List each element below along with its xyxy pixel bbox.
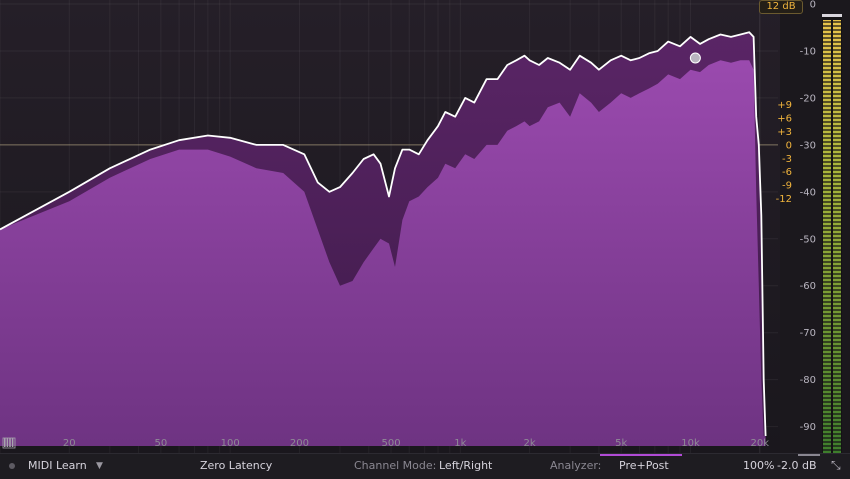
freq-tick-label: 10k: [681, 438, 700, 449]
analyzer-tick-label: -20: [800, 93, 816, 104]
analyzer-label: Analyzer:: [550, 459, 602, 472]
display-range-badge[interactable]: 12 dB: [759, 0, 803, 14]
gain-tick-label: -12: [776, 194, 792, 205]
analyzer-active-indicator: [600, 454, 682, 456]
latency-selector[interactable]: Zero Latency: [200, 459, 272, 473]
midi-learn-button[interactable]: MIDI Learn: [28, 459, 87, 473]
freq-tick-label: 500: [381, 438, 400, 449]
freq-tick-label: 20: [63, 438, 76, 449]
eq-band-node[interactable]: [689, 52, 701, 64]
spectrum-display[interactable]: +9 +6 +3 0 -3 -6 -9 -12 0 -10 -20 -30 -40 -50 -60 -70 -8…: [0, 0, 850, 453]
resize-handle-icon[interactable]: ⤡: [831, 458, 841, 472]
chevron-down-icon[interactable]: ▼: [96, 459, 103, 473]
freq-tick-label: 200: [290, 438, 309, 449]
analyzer-tick-label: -10: [800, 46, 816, 57]
analyzer-tick-label: -90: [800, 422, 816, 433]
analyzer-tick-label: 0: [810, 0, 816, 11]
gain-tick-label: +6: [777, 114, 792, 125]
analyzer-tick-label: -70: [800, 328, 816, 339]
freq-tick-label: 20k: [751, 438, 770, 449]
channel-mode-label: Channel Mode:: [354, 459, 437, 472]
freq-tick-label: 2k: [524, 438, 536, 449]
freq-tick-label: 1k: [454, 438, 466, 449]
gain-tick-label: 0: [786, 140, 792, 151]
analyzer-tick-label: -30: [800, 140, 816, 151]
piano-key-icon: [6, 438, 9, 447]
piano-key-icon: [11, 438, 14, 447]
midi-learn-indicator-icon[interactable]: [9, 463, 15, 469]
analyzer-tick-label: -50: [800, 234, 816, 245]
zoom-level[interactable]: 100%: [743, 459, 774, 473]
analyzer-tick-label: -80: [800, 375, 816, 386]
gain-tick-label: -9: [782, 181, 792, 192]
piano-key-icon: [9, 438, 11, 447]
analyzer-tick-label: -60: [800, 281, 816, 292]
freq-tick-label: 5k: [615, 438, 627, 449]
meter-peak-hold: [822, 14, 842, 17]
gain-tick-label: -3: [782, 154, 792, 165]
gain-tick-label: +9: [777, 100, 792, 111]
gain-tick-label: +3: [777, 127, 792, 138]
output-meter-left: [823, 20, 831, 453]
output-gain[interactable]: -2.0 dB: [777, 459, 817, 473]
equalizer-window: +9 +6 +3 0 -3 -6 -9 -12 0 -10 -20 -30 -40 -50 -60 -70 -8…: [0, 0, 850, 479]
gain-tick-label: -6: [782, 167, 792, 178]
piano-key-icon: [4, 438, 6, 447]
analyzer-mode-selector[interactable]: Pre+Post: [619, 459, 669, 473]
analyzer-tick-label: -40: [800, 187, 816, 198]
channel-mode-selector[interactable]: Left/Right: [439, 459, 492, 473]
freq-tick-label: 100: [221, 438, 240, 449]
footer-bar: MIDI Learn ▼ Zero Latency Channel Mode: …: [0, 453, 850, 479]
output-gain-indicator: [798, 454, 820, 456]
output-meter-right: [833, 20, 841, 453]
freq-tick-label: 50: [155, 438, 168, 449]
